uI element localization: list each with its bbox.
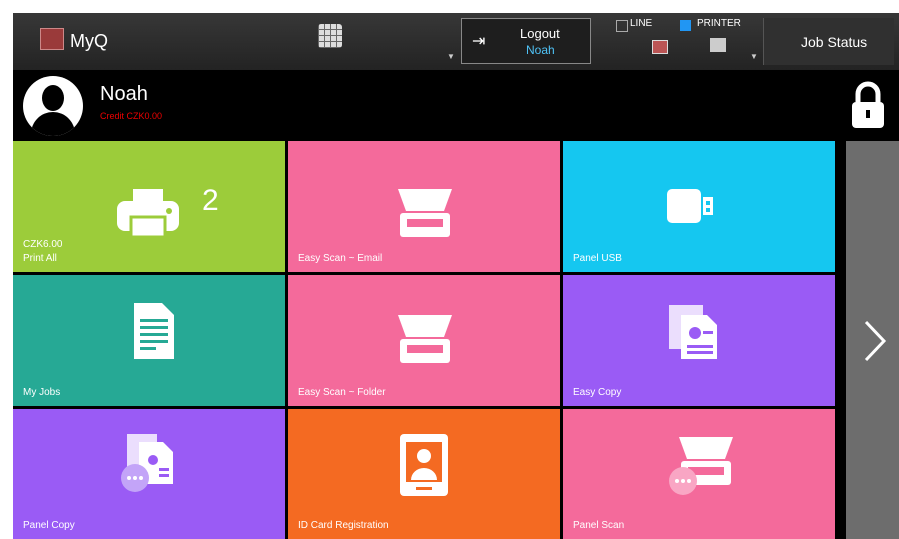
tile-sublabel: CZK6.00 <box>23 239 63 250</box>
logout-icon: ⇥ <box>472 33 486 50</box>
chevron-right-icon[interactable] <box>862 318 888 364</box>
job-status-button[interactable]: Job Status <box>763 18 894 65</box>
line-status-icon[interactable] <box>652 40 668 54</box>
tile-easy-copy[interactable]: Easy Copy <box>563 275 835 406</box>
tile-id-card-registration[interactable]: ID Card Registration <box>288 409 560 539</box>
tile-label: Print All <box>23 253 57 264</box>
logout-label: Logout <box>520 26 560 41</box>
tile-label: Panel Scan <box>573 520 625 531</box>
logout-user-name: Noah <box>526 43 555 57</box>
tile-panel-copy[interactable]: Panel Copy <box>13 409 285 539</box>
frame-top <box>0 0 899 13</box>
panel-copy-icon <box>121 434 173 492</box>
tile-easy-scan-folder[interactable]: Easy Scan ~ Folder <box>288 275 560 406</box>
logout-button[interactable]: ⇥ Logout Noah <box>461 18 591 64</box>
keypad-icon[interactable] <box>318 24 342 48</box>
scanner-icon <box>398 189 452 237</box>
tile-label: Easy Scan ~ Email <box>298 253 383 264</box>
app-name: MyQ <box>70 31 108 51</box>
tile-easy-scan-email[interactable]: Easy Scan ~ Email <box>288 141 560 272</box>
lock-icon[interactable] <box>848 80 888 130</box>
line-label: LINE <box>630 18 653 29</box>
job-status-label: Job Status <box>801 34 868 50</box>
copy-icon <box>669 305 717 359</box>
tile-label: Panel Copy <box>23 520 75 531</box>
panel-scan-icon <box>669 437 733 495</box>
frame-left <box>0 0 13 539</box>
user-bar: Noah Credit CZK0.00 <box>13 70 899 141</box>
printer-icon <box>117 189 179 237</box>
tile-label: Easy Copy <box>573 387 622 398</box>
tile-label: ID Card Registration <box>298 520 389 531</box>
line-status-indicator <box>616 20 628 32</box>
tile-label: Easy Scan ~ Folder <box>298 387 386 398</box>
usb-icon <box>667 189 713 223</box>
user-credit: Credit CZK0.00 <box>100 111 163 121</box>
tile-print-all[interactable]: 2 CZK6.00 Print All <box>13 141 285 272</box>
printer-dropdown-arrow-icon[interactable]: ▼ <box>750 52 758 61</box>
document-icon <box>134 303 174 359</box>
user-name: Noah <box>100 83 148 105</box>
dropdown-arrow-icon[interactable]: ▼ <box>447 52 455 61</box>
tile-my-jobs[interactable]: My Jobs <box>13 275 285 406</box>
scanner-icon <box>398 315 452 363</box>
myq-logo-icon <box>40 28 64 50</box>
printer-status-indicator <box>680 20 691 31</box>
tile-panel-scan[interactable]: Panel Scan <box>563 409 835 539</box>
tile-panel-usb[interactable]: Panel USB <box>563 141 835 272</box>
id-card-icon <box>400 434 448 496</box>
printer-status-icon[interactable] <box>710 38 726 52</box>
job-count: 2 <box>202 184 219 217</box>
tile-label: My Jobs <box>23 387 61 398</box>
tile-label: Panel USB <box>573 253 622 264</box>
avatar-icon <box>23 76 83 136</box>
printer-label: PRINTER <box>697 18 741 29</box>
